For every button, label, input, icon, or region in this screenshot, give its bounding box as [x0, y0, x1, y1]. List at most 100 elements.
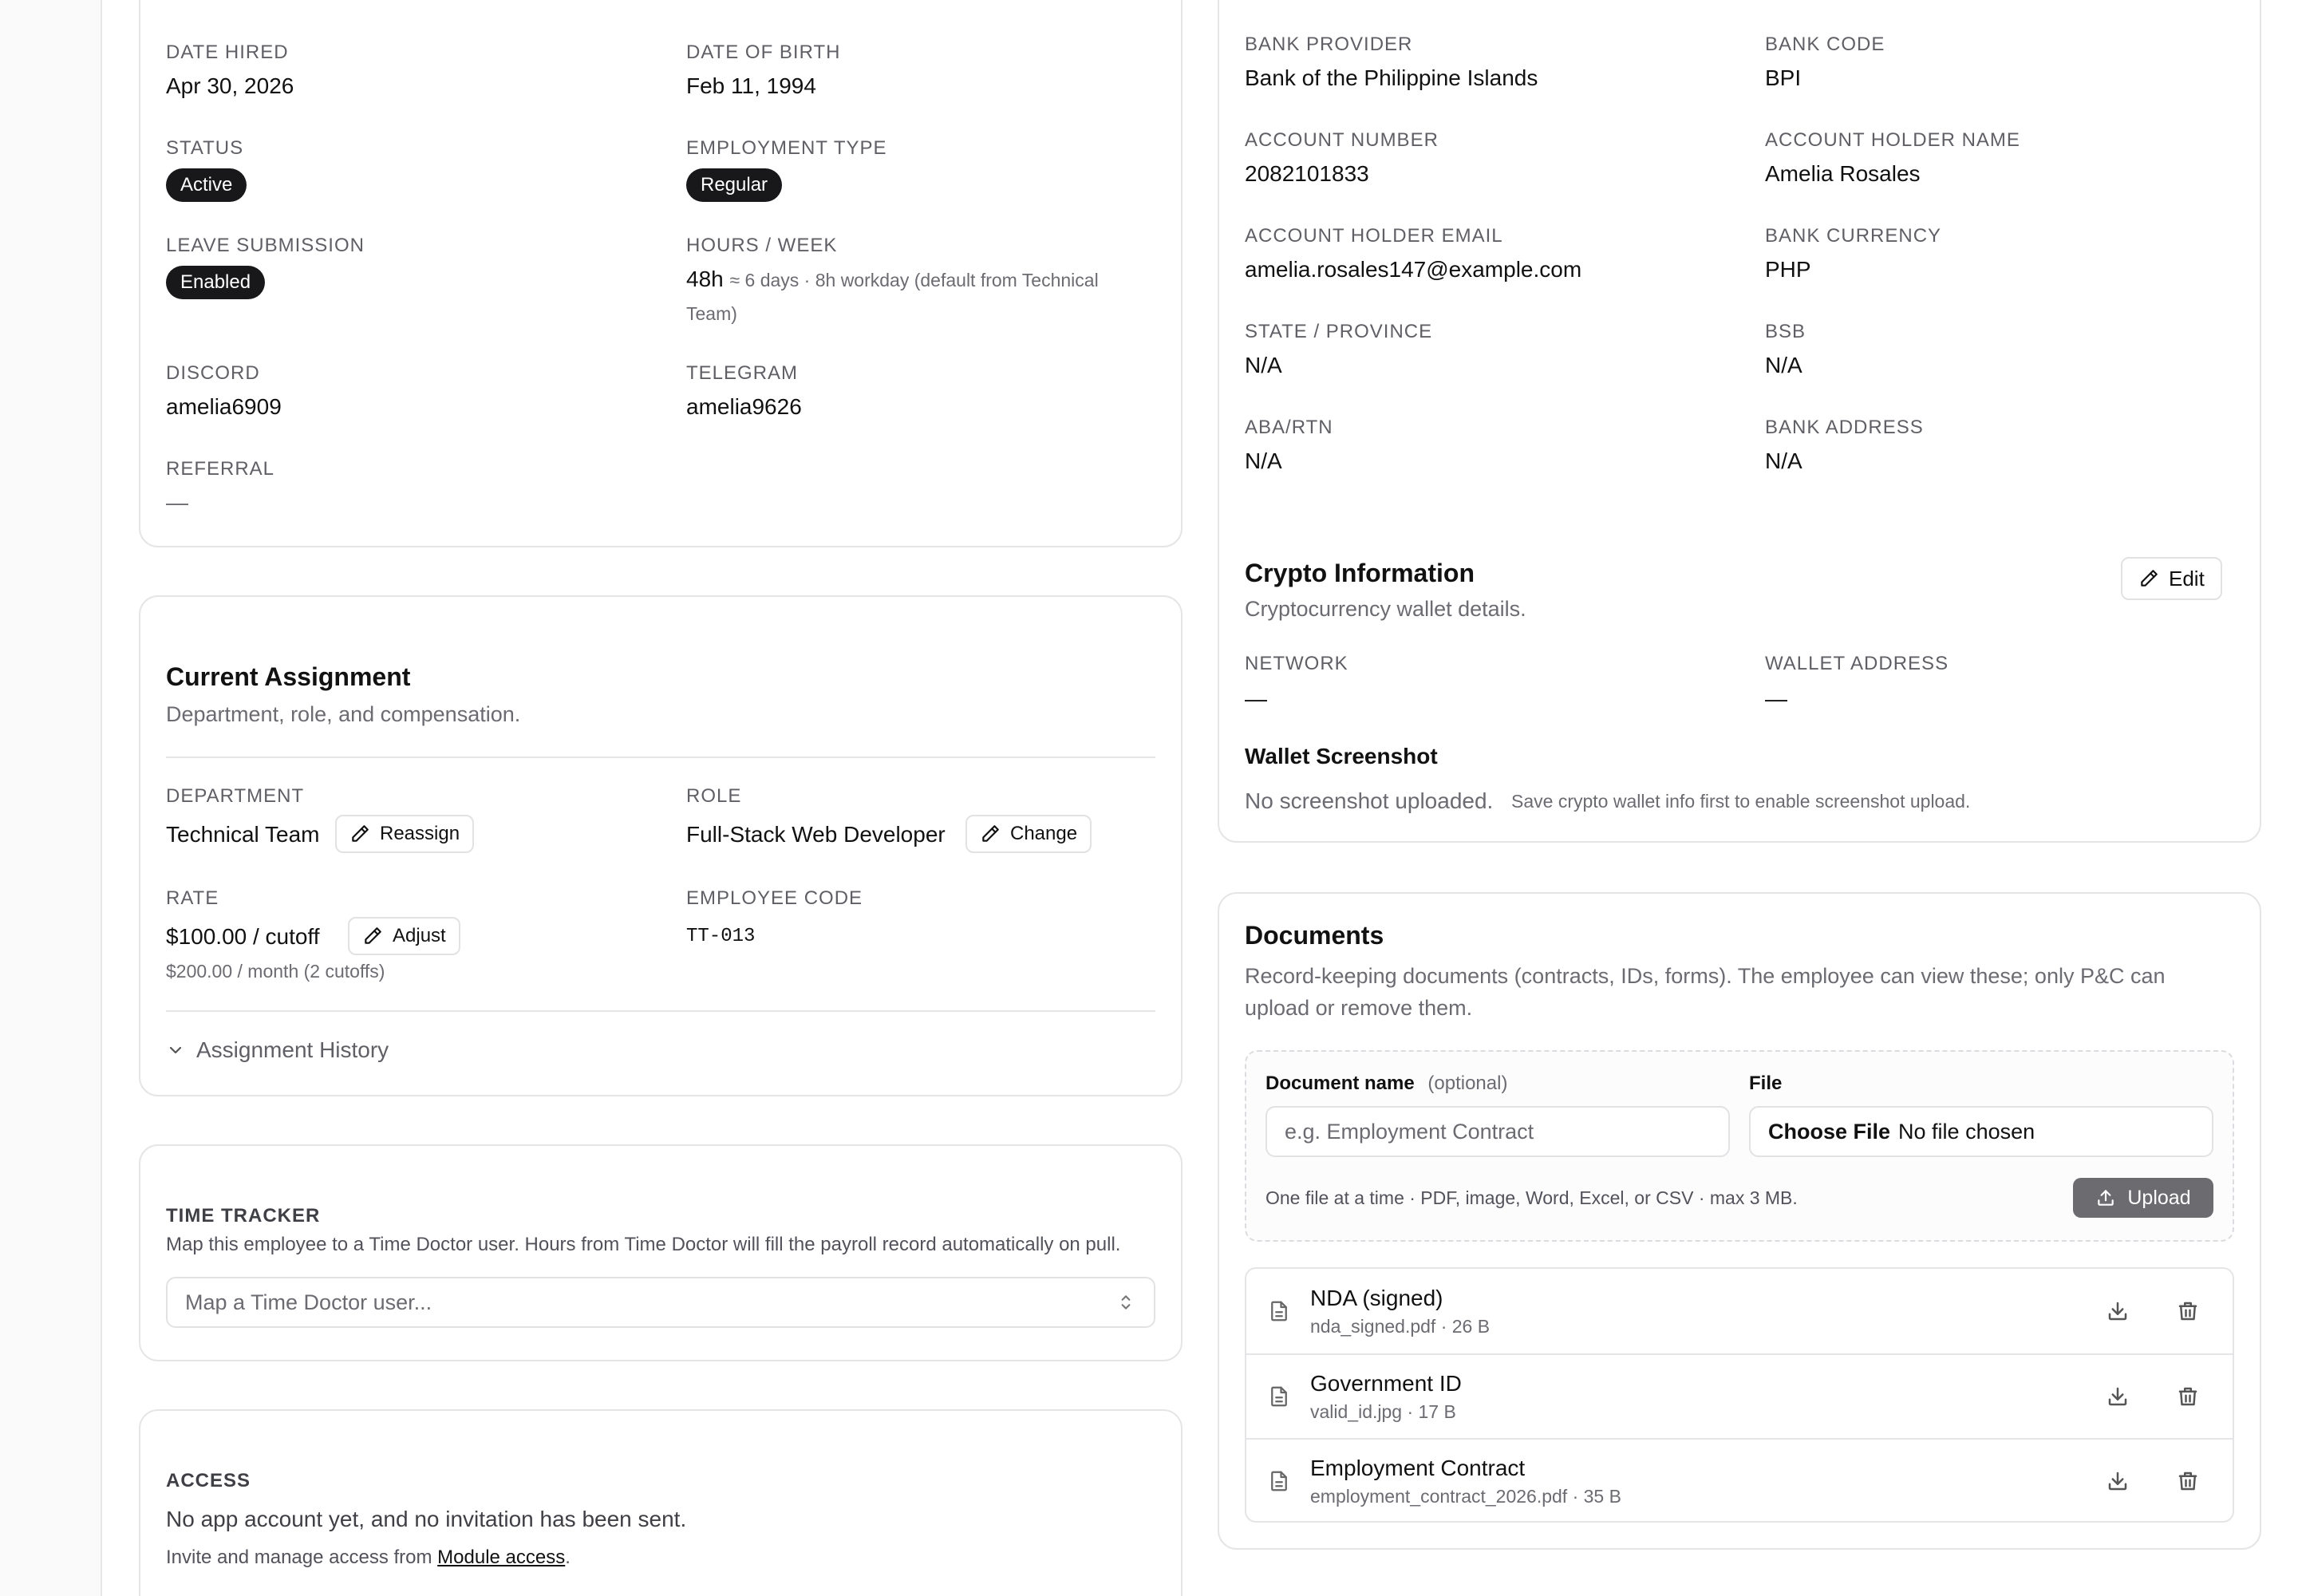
date-hired-value: Apr 30, 2026 [166, 73, 294, 98]
bank-currency-label: BANK CURRENCY [1765, 225, 1942, 247]
document-name-input[interactable]: e.g. Employment Contract [1265, 1106, 1730, 1157]
upload-button[interactable]: Upload [2073, 1178, 2213, 1218]
status-badge: Active [166, 168, 247, 202]
module-access-link[interactable]: Module access [437, 1547, 565, 1568]
reassign-button[interactable]: Reassign [335, 815, 475, 853]
adjust-rate-button[interactable]: Adjust [348, 917, 460, 955]
department-value: Technical Team [166, 822, 320, 847]
change-role-button[interactable]: Change [965, 815, 1092, 853]
access-title: ACCESS [166, 1470, 251, 1491]
hours-note-cont: Team) [686, 303, 737, 324]
hours-week-label: HOURS / WEEK [686, 235, 838, 256]
access-note-prefix: Invite and manage access from [166, 1547, 438, 1568]
employment-type-label: EMPLOYMENT TYPE [686, 137, 887, 159]
access-note-suffix: . [565, 1547, 571, 1568]
aba-value: N/A [1245, 448, 1282, 473]
upload-label: Upload [2127, 1186, 2191, 1209]
employment-type-badge: Regular [686, 168, 783, 202]
crypto-subtitle: Cryptocurrency wallet details. [1245, 597, 1526, 621]
assignment-subtitle: Department, role, and compensation. [166, 702, 521, 726]
wallet-screenshot-title: Wallet Screenshot [1245, 744, 1438, 768]
discord-label: DISCORD [166, 362, 260, 384]
assignment-history-label: Assignment History [196, 1037, 389, 1062]
document-name: NDA (signed) [1310, 1285, 1443, 1310]
account-number-label: ACCOUNT NUMBER [1245, 129, 1439, 151]
history-divider [166, 1010, 1155, 1012]
rate-monthly: $200.00 / month (2 cutoffs) [166, 961, 385, 982]
assignment-history-toggle[interactable]: Assignment History [166, 1037, 389, 1063]
crypto-edit-button[interactable]: Edit [2121, 557, 2222, 600]
bsb-value: N/A [1765, 353, 1802, 377]
cut-off-text: ● [168, 0, 199, 6]
pencil-icon [2141, 570, 2158, 587]
time-doctor-select[interactable]: Map a Time Doctor user... [166, 1277, 1155, 1328]
chevron-down-icon [169, 1046, 182, 1054]
document-name-placeholder: e.g. Employment Contract [1285, 1119, 1534, 1144]
sidebar-edge [0, 0, 102, 1596]
wallet-address-label: WALLET ADDRESS [1765, 653, 1949, 674]
assignment-divider [166, 757, 1155, 758]
department-label: DEPARTMENT [166, 785, 305, 807]
dob-label: DATE OF BIRTH [686, 41, 841, 63]
reassign-label: Reassign [380, 823, 460, 844]
telegram-label: TELEGRAM [686, 362, 799, 384]
bank-code-label: BANK CODE [1765, 34, 1885, 55]
trash-icon[interactable] [2170, 1379, 2205, 1414]
chevron-updown-icon [1121, 1295, 1131, 1310]
document-name: Employment Contract [1310, 1455, 1526, 1480]
document-name: Government ID [1310, 1370, 1462, 1396]
bank-currency-value: PHP [1765, 257, 1811, 282]
file-icon [1265, 1299, 1293, 1323]
document-name-label: Document name [1265, 1073, 1415, 1094]
file-input[interactable]: Choose File No file chosen [1749, 1106, 2213, 1157]
documents-description-2: upload or remove them. [1245, 996, 1473, 1020]
referral-value: — [166, 490, 188, 515]
file-icon [1265, 1385, 1293, 1408]
employee-code-value: TT-013 [686, 926, 756, 947]
document-meta: valid_id.jpg · 17 B [1310, 1400, 1456, 1422]
change-label: Change [1010, 823, 1078, 844]
bank-code-value: BPI [1765, 65, 1802, 90]
pencil-icon [365, 927, 381, 944]
network-label: NETWORK [1245, 653, 1348, 674]
hours-note: ≈ 6 days · 8h workday (default from Tech… [729, 270, 1099, 290]
documents-title: Documents [1245, 921, 1384, 950]
crypto-edit-label: Edit [2169, 566, 2205, 591]
rate-label: RATE [166, 887, 219, 909]
role-label: ROLE [686, 785, 742, 807]
hours-value: 48h [686, 267, 724, 291]
status-label: STATUS [166, 137, 244, 159]
access-note: Invite and manage access from Module acc… [166, 1547, 571, 1569]
trash-icon[interactable] [2170, 1464, 2205, 1499]
time-doctor-placeholder: Map a Time Doctor user... [185, 1290, 432, 1314]
aba-label: ABA/RTN [1245, 417, 1333, 438]
network-value: — [1245, 686, 1267, 711]
no-file-chosen: No file chosen [1898, 1119, 2035, 1144]
assignment-title: Current Assignment [166, 662, 411, 691]
time-tracker-title: TIME TRACKER [166, 1205, 321, 1227]
bank-provider-value: Bank of the Philippine Islands [1245, 65, 1538, 90]
discord-value: amelia6909 [166, 394, 282, 419]
holder-name-value: Amelia Rosales [1765, 161, 1921, 186]
holder-email-label: ACCOUNT HOLDER EMAIL [1245, 225, 1503, 247]
date-hired-label: DATE HIRED [166, 41, 289, 63]
download-icon[interactable] [2100, 1294, 2135, 1329]
trash-icon[interactable] [2170, 1294, 2205, 1329]
leave-submission-label: LEAVE SUBMISSION [166, 235, 365, 256]
document-name-label-row: Document name (optional) [1265, 1073, 1507, 1095]
holder-email-value: amelia.rosales147@example.com [1245, 257, 1582, 282]
rate-value: $100.00 / cutoff [166, 924, 320, 949]
wallet-screenshot-hint: Save crypto wallet info first to enable … [1511, 791, 1971, 812]
account-number-value: 2082101833 [1245, 161, 1369, 186]
documents-description-1: Record-keeping documents (contracts, IDs… [1245, 964, 2166, 988]
file-label: File [1749, 1073, 1783, 1094]
document-meta: nda_signed.pdf · 26 B [1310, 1315, 1491, 1337]
download-icon[interactable] [2100, 1464, 2135, 1499]
telegram-value: amelia9626 [686, 394, 802, 419]
state-label: STATE / PROVINCE [1245, 321, 1433, 342]
choose-file-button[interactable]: Choose File [1768, 1120, 1890, 1144]
document-meta: employment_contract_2026.pdf · 35 B [1310, 1485, 1621, 1507]
download-icon[interactable] [2100, 1379, 2135, 1414]
dob-value: Feb 11, 1994 [686, 73, 816, 98]
bank-address-value: N/A [1765, 448, 1802, 473]
